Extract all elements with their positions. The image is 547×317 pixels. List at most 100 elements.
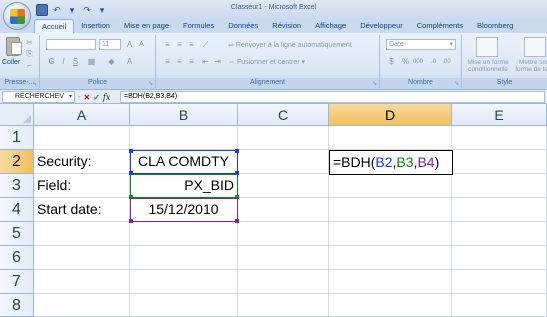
- grid-cell[interactable]: [34, 294, 130, 317]
- thousands-icon[interactable]: 000: [412, 56, 423, 67]
- conditional-format-icon[interactable]: [476, 37, 498, 57]
- tab-developpeur[interactable]: Développeur: [353, 19, 410, 33]
- dialog-launcher-icon[interactable]: ↘: [454, 79, 459, 89]
- cell-a3[interactable]: Field:: [34, 174, 130, 198]
- increase-indent-icon[interactable]: ⇥: [212, 56, 223, 67]
- fill-color-icon[interactable]: ◆: [106, 56, 117, 67]
- column-header-e[interactable]: E: [452, 104, 547, 126]
- grid-cell[interactable]: [452, 150, 547, 174]
- cell-b2[interactable]: CLA COMDTY: [130, 150, 238, 174]
- decrease-indent-icon[interactable]: ⇤: [200, 56, 211, 67]
- align-middle-icon[interactable]: ≡: [174, 39, 185, 50]
- cell-b4[interactable]: 15/12/2010: [130, 198, 238, 222]
- align-bottom-icon[interactable]: ≡: [186, 39, 197, 50]
- percent-icon[interactable]: %: [400, 56, 411, 67]
- column-header-c[interactable]: C: [238, 104, 329, 126]
- tab-accueil[interactable]: Accueil: [34, 19, 75, 33]
- paste-button[interactable]: Coller: [2, 59, 20, 66]
- chevron-down-icon[interactable]: ▾: [69, 92, 72, 102]
- grid-cell[interactable]: [130, 270, 238, 294]
- dialog-launcher-icon[interactable]: ↘: [372, 79, 377, 89]
- row-header-7[interactable]: 7: [0, 270, 34, 294]
- column-header-a[interactable]: A: [34, 104, 130, 126]
- office-button[interactable]: [3, 2, 31, 30]
- decrease-decimal-icon[interactable]: .00: [441, 56, 452, 67]
- wrap-text-button[interactable]: ⇌ Renvoyer à la ligne automatiquement: [228, 41, 352, 49]
- cell-a2[interactable]: Security:: [34, 150, 130, 174]
- enter-icon[interactable]: ✓: [93, 93, 100, 102]
- grid-cell[interactable]: [329, 222, 452, 246]
- name-box[interactable]: RECHERCHEV ▾: [2, 91, 75, 103]
- tab-formules[interactable]: Formules: [176, 19, 221, 33]
- grid-cell[interactable]: [452, 198, 547, 222]
- grid-cell[interactable]: [238, 126, 329, 150]
- grid-cell[interactable]: [329, 246, 452, 270]
- grid-cell[interactable]: [329, 126, 452, 150]
- grid-cell[interactable]: [452, 246, 547, 270]
- conditional-format-button[interactable]: Mise en forme conditionnelle: [464, 59, 512, 73]
- row-header-3[interactable]: 3: [0, 174, 34, 198]
- row-header-5[interactable]: 5: [0, 222, 34, 246]
- align-center-icon[interactable]: ≡: [174, 56, 185, 67]
- font-name-field[interactable]: [46, 39, 96, 50]
- grid-cell[interactable]: [452, 126, 547, 150]
- row-header-4[interactable]: 4: [0, 198, 34, 222]
- grid-cell[interactable]: [130, 246, 238, 270]
- grid-cell[interactable]: [238, 150, 329, 174]
- grid-cell[interactable]: [130, 126, 238, 150]
- grid-cell[interactable]: [238, 174, 329, 198]
- align-right-icon[interactable]: ≡: [186, 56, 197, 67]
- number-format-field[interactable]: Date ▾: [386, 39, 456, 50]
- grid-cell[interactable]: [34, 222, 130, 246]
- underline-icon[interactable]: S: [70, 56, 81, 67]
- dialog-launcher-icon[interactable]: ↘: [148, 79, 153, 89]
- dialog-launcher-icon[interactable]: ↘: [32, 79, 37, 89]
- borders-icon[interactable]: ▦: [86, 56, 97, 67]
- grid-cell[interactable]: [452, 270, 547, 294]
- grid-cell[interactable]: [238, 270, 329, 294]
- grid-cell[interactable]: [452, 294, 547, 317]
- row-header-1[interactable]: 1: [0, 126, 34, 150]
- row-header-8[interactable]: 8: [0, 294, 34, 317]
- currency-icon[interactable]: $: [386, 56, 397, 67]
- row-header-6[interactable]: 6: [0, 246, 34, 270]
- column-header-b[interactable]: B: [130, 104, 238, 126]
- orientation-icon[interactable]: ⟋: [200, 39, 211, 50]
- tab-mise-en-page[interactable]: Mise en page: [117, 19, 176, 33]
- format-table-button[interactable]: Mettre sous forme de table: [514, 59, 547, 73]
- row-header-2[interactable]: 2: [0, 150, 34, 174]
- bold-icon[interactable]: G: [46, 56, 57, 67]
- grid-cell[interactable]: [34, 270, 130, 294]
- grid-cell[interactable]: [329, 270, 452, 294]
- font-size-field[interactable]: 11: [99, 39, 121, 50]
- tab-revision[interactable]: Révision: [265, 19, 308, 33]
- shrink-font-icon[interactable]: A: [136, 39, 147, 50]
- active-cell-d2[interactable]: =BDH(B2,B3,B4): [329, 150, 453, 175]
- formula-input[interactable]: =BDH(B2,B3,B4): [120, 91, 545, 103]
- select-all-corner[interactable]: [0, 104, 34, 126]
- font-color-icon[interactable]: A: [124, 56, 135, 67]
- grid-cell[interactable]: [329, 174, 452, 198]
- cell-b3[interactable]: PX_BID: [130, 174, 238, 198]
- increase-decimal-icon[interactable]: .0: [428, 56, 439, 67]
- grid-cell[interactable]: [452, 222, 547, 246]
- grid-cell[interactable]: [329, 294, 452, 317]
- cut-icon[interactable]: ✂: [24, 37, 35, 48]
- grid-cell[interactable]: [329, 198, 452, 222]
- grid-cell[interactable]: [238, 246, 329, 270]
- grid-cell[interactable]: [130, 222, 238, 246]
- grid-cell[interactable]: [34, 126, 130, 150]
- grid-cell[interactable]: [238, 198, 329, 222]
- align-left-icon[interactable]: ≡: [162, 56, 173, 67]
- grid-cell[interactable]: [452, 174, 547, 198]
- grid-cell[interactable]: [238, 294, 329, 317]
- grid-cell[interactable]: [238, 222, 329, 246]
- cancel-icon[interactable]: ✕: [83, 93, 90, 102]
- copy-icon[interactable]: ⎘: [24, 48, 35, 59]
- italic-icon[interactable]: I: [58, 56, 69, 67]
- tab-complements[interactable]: Compléments: [410, 19, 470, 33]
- tab-donnees[interactable]: Données: [221, 19, 265, 33]
- tab-affichage[interactable]: Affichage: [308, 19, 353, 33]
- tab-bloomberg[interactable]: Bloomberg: [470, 19, 520, 33]
- format-painter-icon[interactable]: ⌐: [24, 60, 35, 71]
